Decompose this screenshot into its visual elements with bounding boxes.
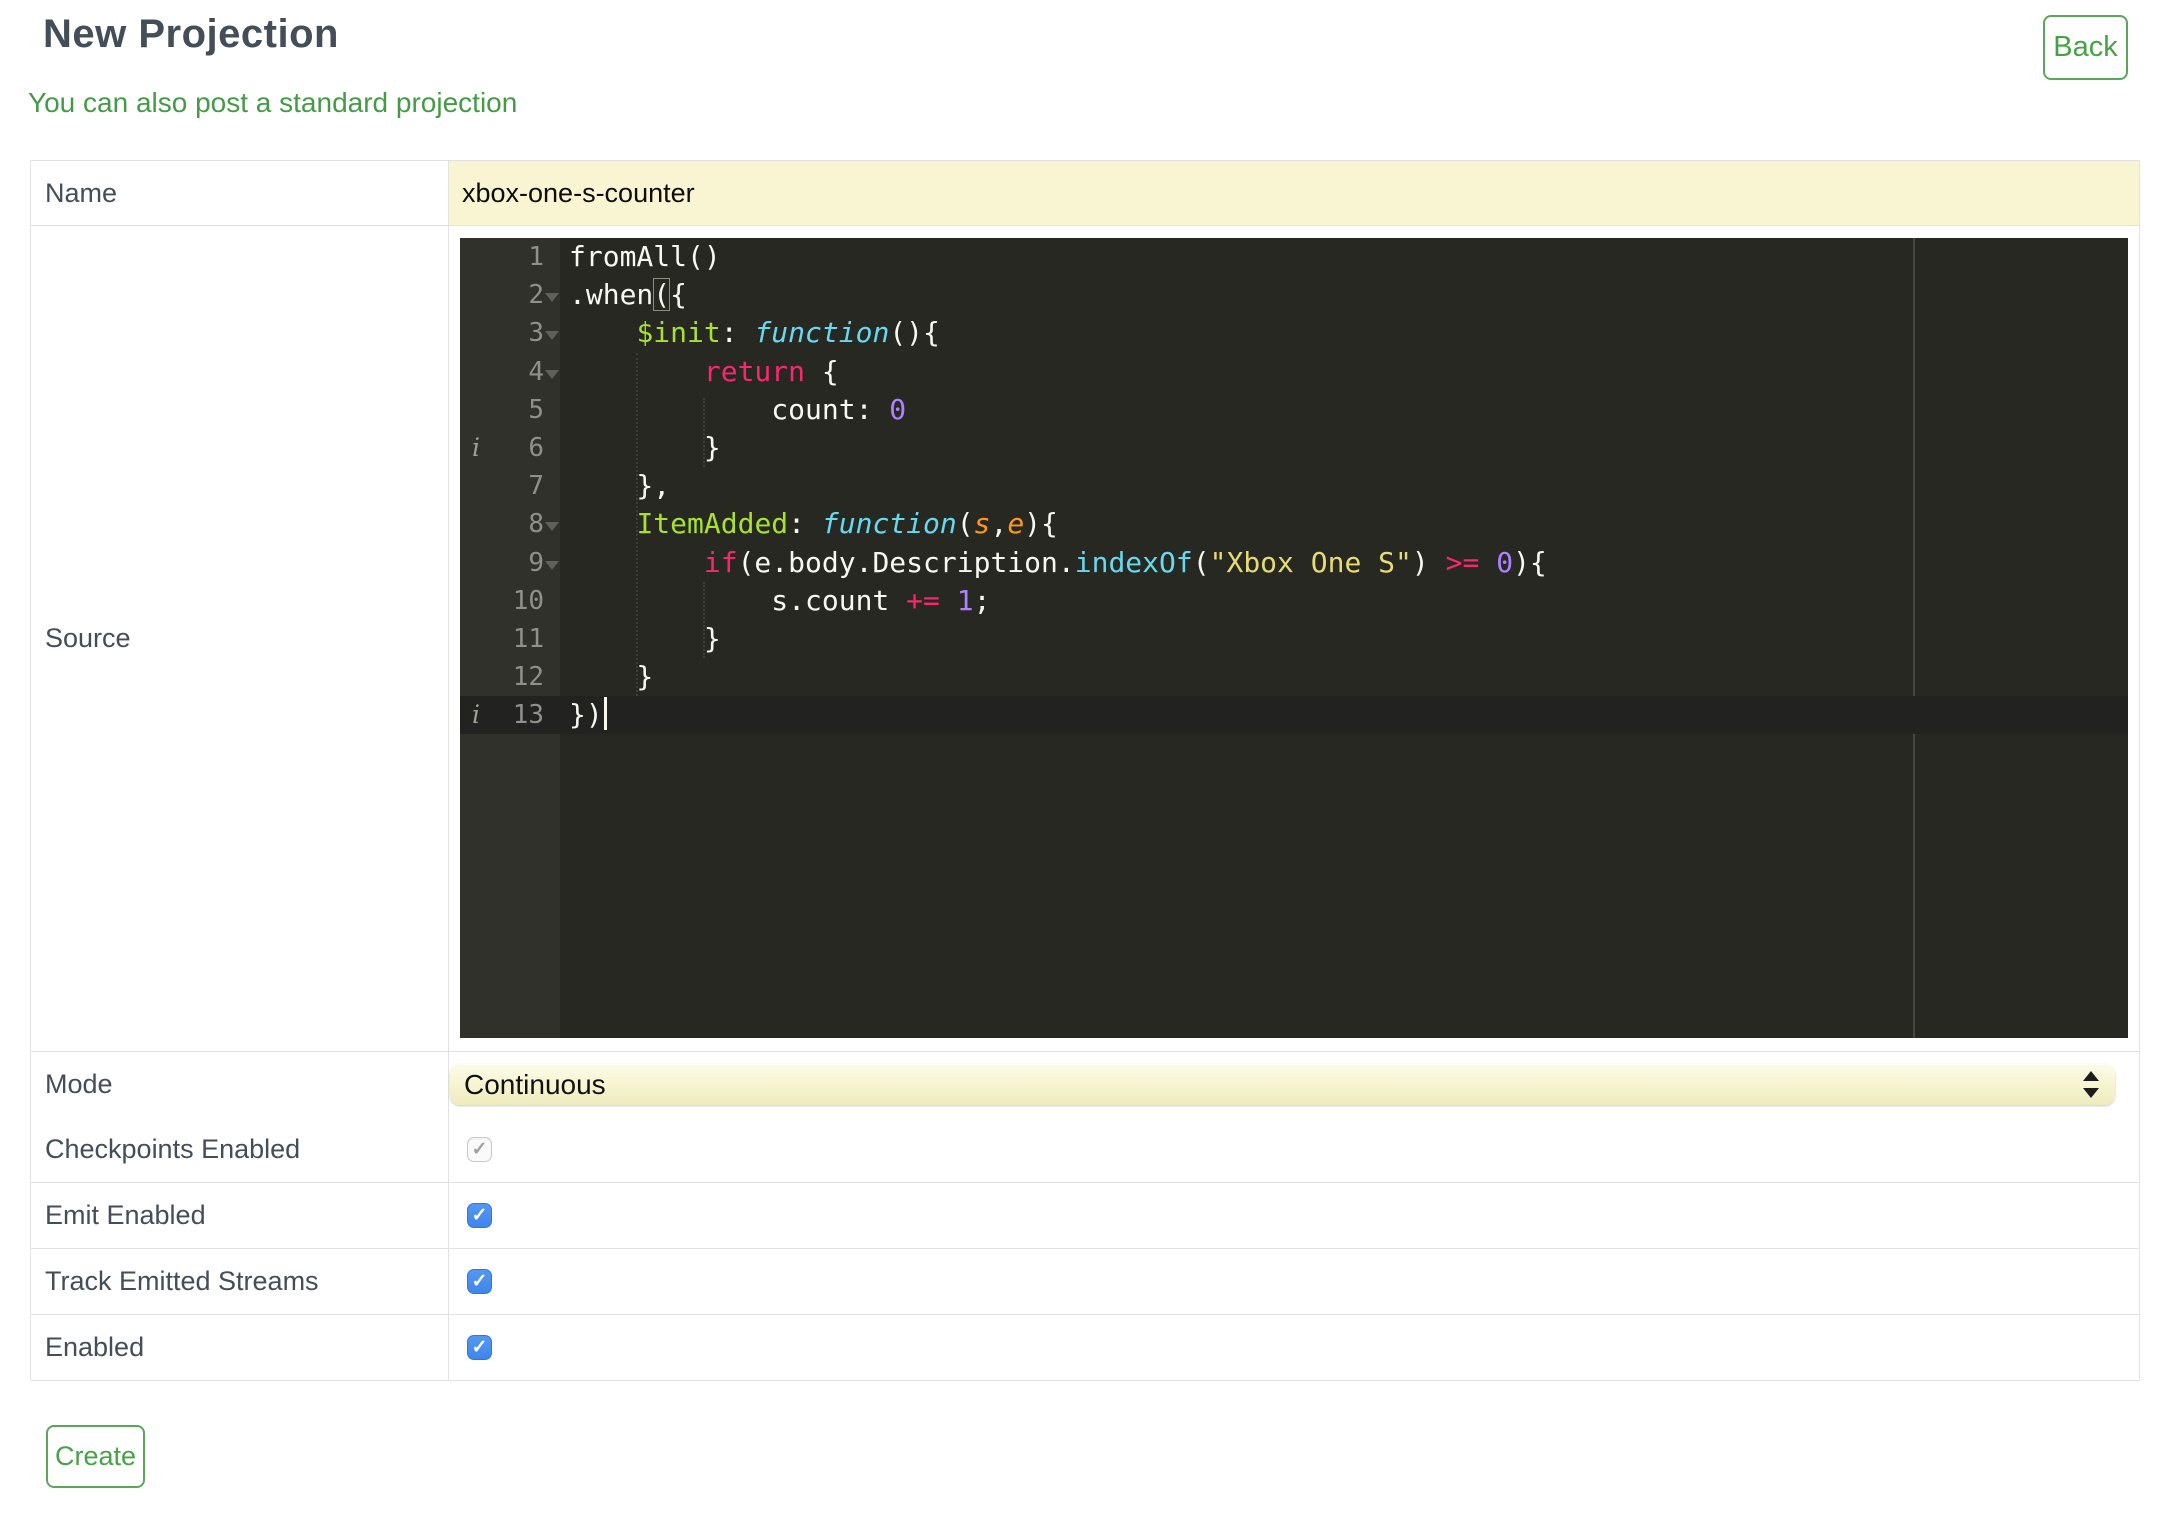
line-number: 4	[528, 356, 544, 387]
line-number: 10	[512, 585, 544, 616]
checkpoints-enabled-row: Checkpoints Enabled ✓	[31, 1116, 2139, 1182]
line-number: 5	[528, 394, 544, 425]
code-text: }	[569, 660, 654, 694]
code-line-8: 8 ItemAdded: function(s,e){	[460, 505, 2128, 543]
code-text: }	[569, 621, 721, 655]
source-label: Source	[31, 226, 448, 1051]
text-cursor	[603, 697, 607, 731]
line-number: 12	[512, 662, 544, 693]
code-text: })	[569, 696, 2128, 734]
code-line-7: 7 },	[460, 467, 2128, 505]
emit-enabled-row: Emit Enabled ✓	[31, 1182, 2139, 1248]
projection-form-table: Name xbox-one-s-counter Source 1 fromAll(…	[30, 160, 2140, 1381]
line-number: 2	[528, 280, 544, 311]
fold-arrow-icon[interactable]	[545, 293, 559, 303]
source-cell: 1 fromAll() 2 .when({3 $init: function(){4 …	[448, 226, 2139, 1051]
code-lines: 1 fromAll() 2 .when({3 $init: function(){4 …	[460, 238, 2128, 735]
track-emitted-streams-label: Track Emitted Streams	[31, 1249, 448, 1314]
fold-arrow-icon[interactable]	[545, 369, 559, 379]
mode-row: Mode Continuous	[31, 1051, 2139, 1116]
code-line-13: 13 i})	[460, 696, 2128, 735]
line-number: 1	[528, 242, 544, 272]
fold-arrow-icon[interactable]	[545, 522, 559, 532]
code-line-12: 12 }	[460, 658, 2128, 696]
code-line-1: 1 fromAll()	[460, 238, 2128, 276]
checkpoints-enabled-label: Checkpoints Enabled	[31, 1116, 448, 1182]
checkbox-track-emitted-streams[interactable]: ✓	[467, 1269, 492, 1294]
checkbox-enabled[interactable]: ✓	[467, 1335, 492, 1360]
line-number: 9	[528, 547, 544, 578]
info-annotation-icon: i	[472, 432, 480, 462]
enabled-cell: ✓	[448, 1315, 2139, 1380]
emit-enabled-cell: ✓	[448, 1183, 2139, 1248]
line-number: 7	[528, 471, 544, 502]
standard-projection-link[interactable]: You can also post a standard projection	[28, 87, 517, 119]
code-text: fromAll()	[569, 240, 721, 273]
line-number: 3	[528, 318, 544, 349]
code-line-2: 2 .when({	[460, 276, 2128, 314]
name-input[interactable]: xbox-one-s-counter	[448, 161, 2139, 225]
code-text: }	[569, 430, 721, 464]
code-text: .when({	[569, 278, 688, 312]
line-number: 8	[528, 509, 544, 540]
code-line-4: 4 return {	[460, 353, 2128, 391]
name-row: Name xbox-one-s-counter	[31, 161, 2139, 225]
checkbox-checkpoints-enabled: ✓	[467, 1136, 492, 1162]
fold-arrow-icon[interactable]	[545, 331, 559, 341]
mode-select[interactable]: Continuous	[450, 1064, 2115, 1105]
code-text: ItemAdded: function(s,e){	[636, 507, 1058, 541]
back-button[interactable]: Back	[2043, 15, 2128, 80]
checkpoints-enabled-cell: ✓	[448, 1116, 2139, 1182]
info-annotation-icon: i	[472, 700, 480, 730]
mode-select-value: Continuous	[464, 1068, 606, 1100]
select-arrows-icon	[2081, 1064, 2099, 1105]
line-number: 11	[512, 623, 544, 654]
code-text: $init: function(){	[636, 316, 940, 350]
mode-label: Mode	[31, 1052, 448, 1116]
code-line-10: 10 s.count += 1;	[460, 582, 2128, 620]
mode-cell: Continuous	[448, 1052, 2139, 1116]
code-text: count: 0	[569, 392, 907, 426]
code-text: },	[569, 469, 671, 503]
code-line-5: 5 count: 0	[460, 391, 2128, 429]
checkbox-emit-enabled[interactable]: ✓	[467, 1203, 492, 1228]
name-label: Name	[31, 161, 448, 225]
code-text: return {	[703, 354, 839, 388]
enabled-label: Enabled	[31, 1315, 448, 1380]
new-projection-page: New Projection Back You can also post a …	[0, 0, 2166, 1513]
code-text: if(e.body.Description.indexOf("Xbox One …	[703, 545, 1547, 579]
code-line-9: 9 if(e.body.Description.indexOf("Xbox On…	[460, 544, 2128, 582]
page-title: New Projection	[43, 12, 339, 56]
code-line-11: 11 }	[460, 620, 2128, 658]
code-line-6: 6i }	[460, 429, 2128, 467]
fold-arrow-icon[interactable]	[545, 560, 559, 570]
source-row: Source 1 fromAll() 2 .when({3 $init: functi…	[31, 225, 2139, 1051]
track-emitted-streams-row: Track Emitted Streams ✓	[31, 1248, 2139, 1314]
code-text: s.count += 1;	[569, 583, 991, 617]
emit-enabled-label: Emit Enabled	[31, 1183, 448, 1248]
create-button[interactable]: Create	[46, 1425, 145, 1488]
track-emitted-streams-cell: ✓	[448, 1249, 2139, 1314]
source-code-editor[interactable]: 1 fromAll() 2 .when({3 $init: function(){4 …	[460, 238, 2128, 1038]
code-line-3: 3 $init: function(){	[460, 314, 2128, 352]
checkbox-rows: Checkpoints Enabled ✓ Emit Enabled ✓ Track E…	[31, 1116, 2139, 1380]
enabled-row: Enabled ✓	[31, 1314, 2139, 1380]
